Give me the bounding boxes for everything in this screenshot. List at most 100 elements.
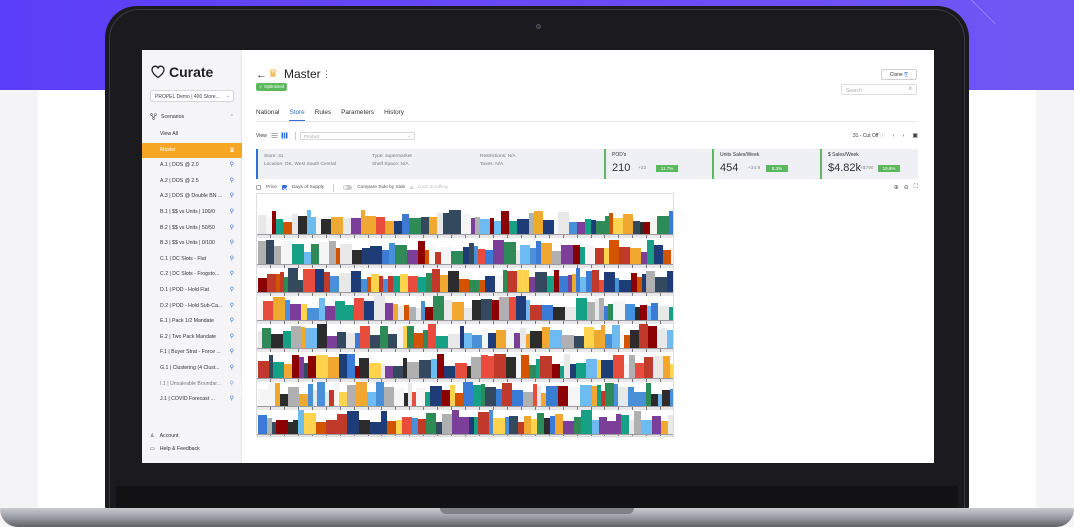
product-facing[interactable]: [281, 241, 292, 264]
product-facing[interactable]: [634, 411, 641, 434]
product-facing[interactable]: [564, 354, 570, 378]
scenario-item[interactable]: D.1 | POD - Hold Flat ⚲: [142, 283, 242, 299]
product-facing[interactable]: [334, 383, 339, 406]
product-facing[interactable]: [290, 304, 301, 320]
product-facing[interactable]: [407, 326, 414, 348]
product-facing[interactable]: [469, 280, 479, 292]
product-facing[interactable]: [631, 273, 637, 292]
product-facing[interactable]: [601, 325, 605, 348]
product-facing[interactable]: [581, 410, 592, 434]
product-facing[interactable]: [637, 277, 642, 292]
product-facing[interactable]: [387, 421, 396, 434]
product-facing[interactable]: [473, 385, 481, 406]
product-facing[interactable]: [273, 362, 284, 378]
product-facing[interactable]: [452, 302, 464, 320]
product-facing[interactable]: [592, 420, 599, 434]
product-facing[interactable]: [516, 296, 526, 320]
product-facing[interactable]: [623, 214, 633, 234]
product-facing[interactable]: [471, 218, 475, 234]
product-facing[interactable]: [647, 306, 651, 320]
product-facing[interactable]: [550, 416, 555, 434]
product-facing[interactable]: [651, 303, 658, 320]
product-facing[interactable]: [502, 383, 512, 406]
product-facing[interactable]: [384, 387, 394, 406]
product-facing[interactable]: [452, 410, 459, 434]
product-facing[interactable]: [258, 415, 267, 434]
product-facing[interactable]: [393, 304, 398, 320]
product-facing[interactable]: [329, 241, 336, 264]
product-facing[interactable]: [321, 219, 331, 234]
product-facing[interactable]: [495, 275, 503, 292]
product-facing[interactable]: [520, 245, 530, 264]
product-facing[interactable]: [533, 384, 537, 406]
product-facing[interactable]: [509, 221, 517, 234]
product-facing[interactable]: [669, 211, 673, 234]
product-facing[interactable]: [658, 394, 662, 406]
product-facing[interactable]: [325, 306, 335, 320]
more-options-icon[interactable]: ⋮: [322, 69, 331, 80]
product-facing[interactable]: [268, 384, 275, 406]
product-facing[interactable]: [440, 275, 448, 292]
product-facing[interactable]: [262, 328, 271, 348]
product-facing[interactable]: [448, 334, 460, 348]
fullscreen-icon[interactable]: ⛶: [914, 184, 918, 191]
product-facing[interactable]: [370, 335, 380, 348]
next-icon[interactable]: ›: [903, 133, 905, 139]
product-facing[interactable]: [507, 271, 517, 292]
product-facing[interactable]: [613, 355, 624, 378]
product-facing[interactable]: [442, 414, 452, 434]
product-facing[interactable]: [329, 390, 334, 406]
product-facing[interactable]: [283, 331, 291, 348]
product-facing[interactable]: [393, 276, 400, 292]
product-facing[interactable]: [651, 394, 658, 406]
product-facing[interactable]: [628, 387, 634, 406]
product-facing[interactable]: [308, 384, 313, 406]
product-facing[interactable]: [324, 272, 330, 292]
product-facing[interactable]: [365, 216, 376, 234]
product-facing[interactable]: [490, 218, 494, 234]
product-facing[interactable]: [459, 279, 469, 292]
product-facing[interactable]: [516, 359, 521, 378]
product-facing[interactable]: [389, 243, 395, 264]
product-facing[interactable]: [570, 364, 576, 378]
product-facing[interactable]: [443, 213, 449, 234]
product-facing[interactable]: [552, 364, 560, 378]
product-facing[interactable]: [488, 356, 494, 378]
product-facing[interactable]: [292, 214, 298, 234]
product-facing[interactable]: [599, 417, 607, 434]
product-facing[interactable]: [288, 387, 299, 406]
product-facing[interactable]: [455, 363, 467, 378]
product-facing[interactable]: [266, 240, 274, 264]
product-facing[interactable]: [428, 324, 436, 348]
product-facing[interactable]: [426, 413, 436, 434]
product-facing[interactable]: [505, 417, 509, 434]
product-facing[interactable]: [559, 276, 568, 292]
product-facing[interactable]: [596, 221, 605, 234]
product-facing[interactable]: [634, 392, 646, 406]
product-facing[interactable]: [370, 246, 382, 264]
product-facing[interactable]: [635, 307, 640, 320]
product-facing[interactable]: [319, 242, 329, 264]
product-facing[interactable]: [402, 214, 409, 234]
product-facing[interactable]: [580, 247, 585, 264]
product-facing[interactable]: [409, 307, 416, 320]
product-facing[interactable]: [531, 419, 537, 434]
product-facing[interactable]: [274, 246, 281, 264]
product-facing[interactable]: [433, 296, 444, 320]
product-facing[interactable]: [316, 422, 326, 434]
scenario-item[interactable]: F.1 | Buyer Strat - Force ... ⚲: [142, 345, 242, 361]
product-facing[interactable]: [347, 411, 359, 434]
list-view-icon[interactable]: [271, 132, 278, 139]
scenario-item[interactable]: C.1 | DC Slots - Flat ⚲: [142, 252, 242, 268]
product-facing[interactable]: [292, 355, 299, 378]
product-facing[interactable]: [385, 221, 394, 234]
product-facing[interactable]: [285, 300, 290, 320]
product-facing[interactable]: [624, 363, 629, 378]
product-facing[interactable]: [267, 418, 272, 434]
product-facing[interactable]: [485, 276, 495, 292]
product-facing[interactable]: [311, 217, 316, 234]
product-facing[interactable]: [663, 356, 670, 378]
product-facing[interactable]: [488, 333, 496, 348]
product-facing[interactable]: [437, 213, 443, 234]
product-facing[interactable]: [644, 222, 650, 234]
